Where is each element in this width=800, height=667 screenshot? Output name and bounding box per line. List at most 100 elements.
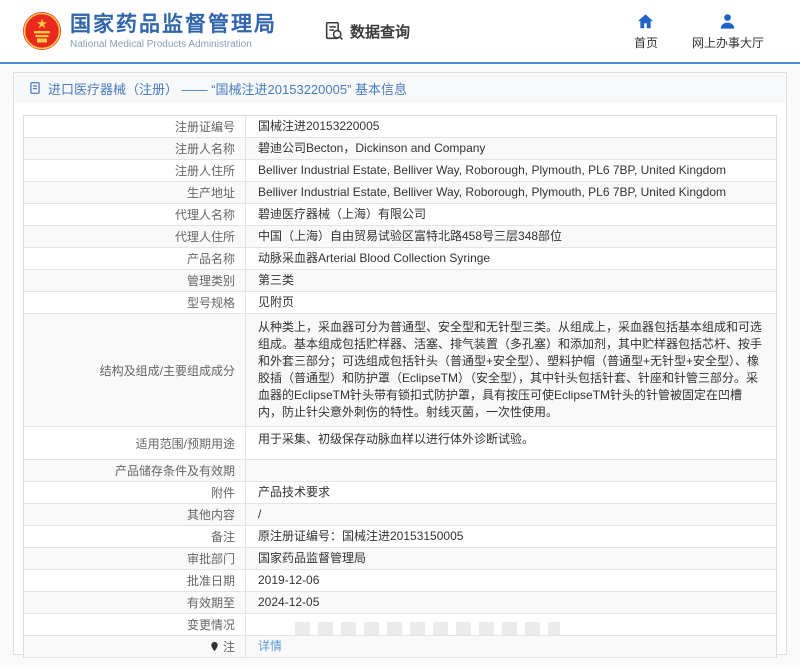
header-nav: 首页 网上办事大厅 (634, 12, 778, 51)
home-icon (636, 12, 655, 31)
row-value: 碧迪公司Becton，Dickinson and Company (246, 138, 776, 159)
row-label-text: 注 (223, 638, 235, 655)
table-row: 备注 原注册证编号：国械注进20153150005 (24, 526, 776, 548)
row-label: 型号规格 (24, 292, 246, 313)
table-row: 注册证编号 国械注进20153220005 (24, 116, 776, 138)
nav-online-service-hall-label: 网上办事大厅 (692, 34, 764, 51)
row-label-text: 代理人住所 (175, 228, 235, 245)
row-value: 动脉采血器Arterial Blood Collection Syringe (246, 248, 776, 269)
table-row: 变更情况 (24, 614, 776, 636)
row-label-text: 注册人名称 (175, 140, 235, 157)
table-row: 注 详情 (24, 636, 776, 658)
data-query-button[interactable]: 数据查询 (323, 20, 410, 42)
row-label: 生产地址 (24, 182, 246, 203)
row-label-text: 结构及组成/主要组成成分 (100, 362, 235, 379)
row-label: 其他内容 (24, 504, 246, 525)
row-label: 注 (24, 636, 246, 657)
row-label-text: 变更情况 (187, 616, 235, 633)
table-row: 结构及组成/主要组成成分 从种类上，采血器可分为普通型、安全型和无针型三类。从组… (24, 314, 776, 427)
table-row: 注册人名称 碧迪公司Becton，Dickinson and Company (24, 138, 776, 160)
row-label: 附件 (24, 482, 246, 503)
site-title-block: 国家药品监督管理局 National Medical Products Admi… (70, 12, 277, 50)
row-label: 代理人名称 (24, 204, 246, 225)
page-body: 进口医疗器械（注册） —— “国械注进20153220005” 基本信息 注册证… (0, 64, 800, 655)
table-row: 型号规格 见附页 (24, 292, 776, 314)
table-row: 其他内容 / (24, 504, 776, 526)
row-label: 注册人名称 (24, 138, 246, 159)
row-label: 有效期至 (24, 592, 246, 613)
row-value: Belliver Industrial Estate, Belliver Way… (246, 182, 776, 203)
pin-icon (209, 641, 220, 652)
table-row: 代理人住所 中国（上海）自由贸易试验区富特北路458号三层348部位 (24, 226, 776, 248)
row-value: 碧迪医疗器械（上海）有限公司 (246, 204, 776, 225)
row-value: / (246, 504, 776, 525)
row-label: 产品名称 (24, 248, 246, 269)
header: 国家药品监督管理局 National Medical Products Admi… (0, 0, 800, 62)
row-value: 产品技术要求 (246, 482, 776, 503)
row-value: 中国（上海）自由贸易试验区富特北路458号三层348部位 (246, 226, 776, 247)
row-label-text: 管理类别 (187, 272, 235, 289)
registration-info-table: 注册证编号 国械注进20153220005 注册人名称 碧迪公司Becton，D… (23, 115, 777, 658)
row-label-text: 生产地址 (187, 184, 235, 201)
row-label-text: 产品名称 (187, 250, 235, 267)
row-value: 原注册证编号：国械注进20153150005 (246, 526, 776, 547)
row-label: 结构及组成/主要组成成分 (24, 314, 246, 426)
row-value (246, 460, 776, 481)
row-value: 从种类上，采血器可分为普通型、安全型和无针型三类。从组成上，采血器包括基本组成和… (246, 314, 776, 426)
row-value: 2024-12-05 (246, 592, 776, 613)
site-subtitle: National Medical Products Administration (70, 39, 277, 50)
row-label: 适用范围/预期用途 (24, 427, 246, 459)
row-label-text: 适用范围/预期用途 (136, 435, 235, 452)
document-icon (28, 81, 42, 95)
row-label-text: 批准日期 (187, 572, 235, 589)
row-label-text: 其他内容 (187, 506, 235, 523)
row-value: Belliver Industrial Estate, Belliver Way… (246, 160, 776, 181)
table-row: 适用范围/预期用途 用于采集、初级保存动脉血样以进行体外诊断试验。 (24, 427, 776, 460)
table-row: 批准日期 2019-12-06 (24, 570, 776, 592)
row-label: 注册证编号 (24, 116, 246, 137)
site-logo[interactable]: 国家药品监督管理局 National Medical Products Admi… (22, 11, 277, 51)
content-panel: 进口医疗器械（注册） —— “国械注进20153220005” 基本信息 注册证… (13, 72, 787, 655)
detail-link[interactable]: 详情 (246, 636, 776, 657)
row-label: 审批部门 (24, 548, 246, 569)
nav-home-label: 首页 (634, 34, 658, 51)
table-row: 代理人名称 碧迪医疗器械（上海）有限公司 (24, 204, 776, 226)
row-label-text: 注册人住所 (175, 162, 235, 179)
table-row: 产品名称 动脉采血器Arterial Blood Collection Syri… (24, 248, 776, 270)
breadcrumb-text: 进口医疗器械（注册） —— “国械注进20153220005” 基本信息 (48, 79, 407, 98)
row-label: 管理类别 (24, 270, 246, 291)
table-row: 生产地址 Belliver Industrial Estate, Bellive… (24, 182, 776, 204)
row-value: 国家药品监督管理局 (246, 548, 776, 569)
nav-online-service-hall[interactable]: 网上办事大厅 (692, 12, 764, 51)
row-label-text: 有效期至 (187, 594, 235, 611)
row-label-text: 代理人名称 (175, 206, 235, 223)
row-label-text: 审批部门 (187, 550, 235, 567)
row-label-text: 产品储存条件及有效期 (115, 462, 235, 479)
row-label: 备注 (24, 526, 246, 547)
row-value: 第三类 (246, 270, 776, 291)
table-row: 产品储存条件及有效期 (24, 460, 776, 482)
site-title: 国家药品监督管理局 (70, 12, 277, 37)
row-label: 代理人住所 (24, 226, 246, 247)
breadcrumb: 进口医疗器械（注册） —— “国械注进20153220005” 基本信息 (14, 73, 786, 103)
row-value (246, 614, 776, 635)
row-value: 用于采集、初级保存动脉血样以进行体外诊断试验。 (246, 427, 776, 459)
data-query-icon (323, 20, 345, 42)
table-row: 有效期至 2024-12-05 (24, 592, 776, 614)
row-label-text: 备注 (211, 528, 235, 545)
nav-home[interactable]: 首页 (634, 12, 658, 51)
data-query-label: 数据查询 (350, 21, 410, 42)
row-value: 见附页 (246, 292, 776, 313)
row-label: 变更情况 (24, 614, 246, 635)
table-row: 管理类别 第三类 (24, 270, 776, 292)
row-value: 国械注进20153220005 (246, 116, 776, 137)
row-label: 产品储存条件及有效期 (24, 460, 246, 481)
national-emblem-icon (22, 11, 62, 51)
table-row: 注册人住所 Belliver Industrial Estate, Belliv… (24, 160, 776, 182)
row-label: 批准日期 (24, 570, 246, 591)
row-label-text: 注册证编号 (175, 118, 235, 135)
row-value: 2019-12-06 (246, 570, 776, 591)
table-row: 审批部门 国家药品监督管理局 (24, 548, 776, 570)
row-label: 注册人住所 (24, 160, 246, 181)
row-label-text: 型号规格 (187, 294, 235, 311)
